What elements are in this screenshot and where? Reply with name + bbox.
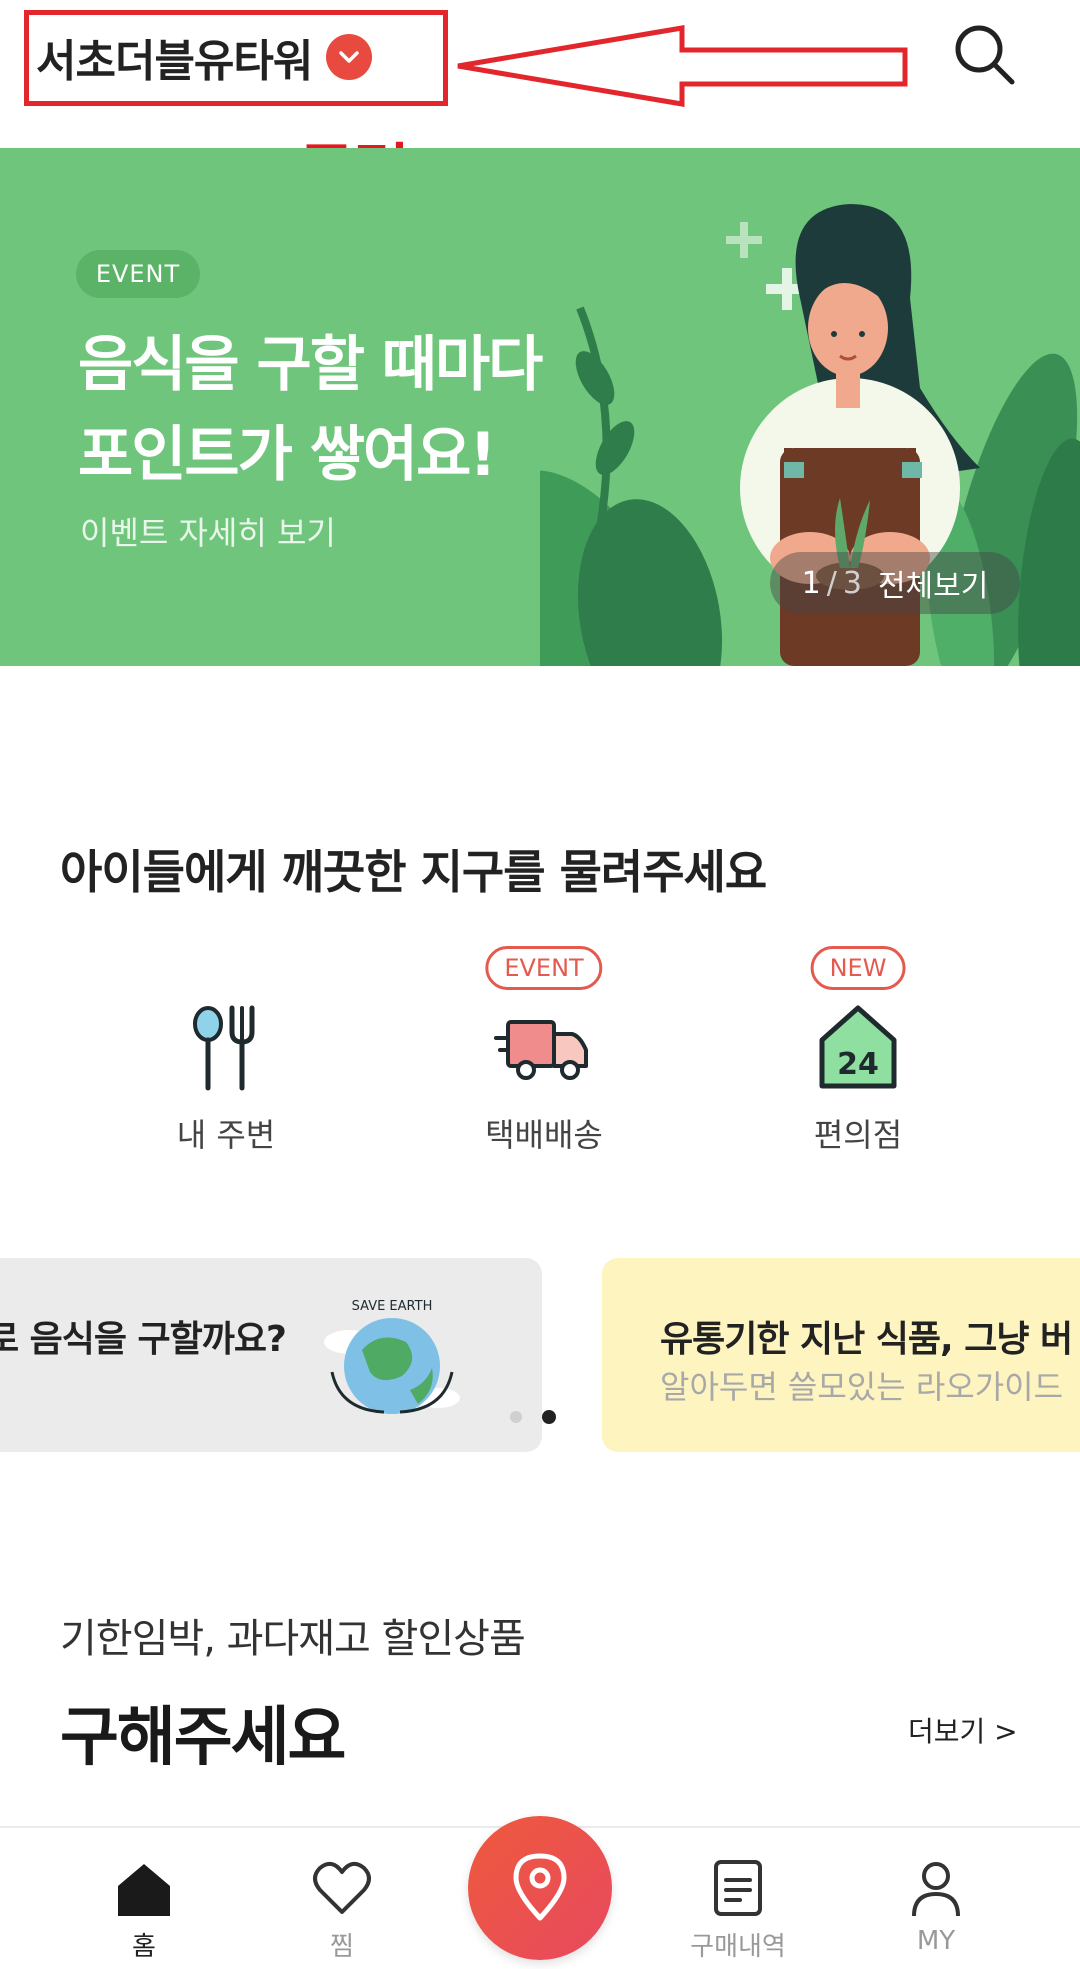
- user-icon: [912, 1862, 960, 1917]
- app-header: 서초더블유타워 클릭: [0, 0, 1080, 209]
- store-24-text: 24: [837, 1047, 879, 1082]
- card-subtitle: 알아두면 쓸모있는 라오가이드: [660, 1368, 1064, 1406]
- nav-purchase-history[interactable]: 구매내역: [668, 1856, 808, 1966]
- carousel-dot-active[interactable]: [542, 1410, 556, 1424]
- new-badge: NEW: [810, 946, 906, 990]
- annotation-arrow-icon: [457, 25, 908, 107]
- banner-title: 음식을 구할 때마다 포인트가 쌓여요!: [78, 320, 543, 500]
- truck-icon: [494, 1020, 588, 1080]
- search-button[interactable]: [948, 18, 1020, 90]
- event-badge: EVENT: [485, 946, 603, 990]
- location-selector[interactable]: 서초더블유타워: [36, 22, 373, 92]
- search-icon: [955, 25, 1015, 85]
- guide-card-expired-food[interactable]: 유통기한 지난 식품, 그냥 버 알아두면 쓸모있는 라오가이드: [602, 1258, 1080, 1452]
- discount-title: 구해주세요: [60, 1701, 346, 1775]
- chevron-down-icon: [326, 34, 373, 80]
- pager-current: 1: [801, 565, 821, 601]
- event-badge: EVENT: [76, 250, 200, 298]
- carousel-dots: [510, 1410, 556, 1424]
- banner-title-line1: 음식을 구할 때마다: [78, 330, 543, 400]
- heart-icon: [313, 1861, 371, 1914]
- discount-subtitle: 기한임박, 과다재고 할인상품: [60, 1616, 526, 1662]
- nav-favorites[interactable]: 찜: [272, 1856, 412, 1966]
- more-link[interactable]: 더보기 >: [908, 1710, 1018, 1750]
- save-earth-icon: SAVE EARTH: [324, 1299, 460, 1414]
- nav-home[interactable]: 홈: [74, 1856, 214, 1966]
- category-label: 택배배송: [485, 1116, 603, 1154]
- nav-label: 찜: [330, 1932, 354, 1962]
- banner-pager[interactable]: 1 / 3 전체보기: [770, 552, 1020, 614]
- pager-total: 3: [842, 565, 862, 601]
- fork-spoon-icon: [193, 1005, 255, 1091]
- location-name: 서초더블유타워: [36, 36, 313, 87]
- banner-subtitle: 이벤트 자세히 보기: [80, 514, 336, 552]
- receipt-icon: [714, 1860, 762, 1916]
- carousel-dot[interactable]: [510, 1411, 522, 1423]
- category-label: 편의점: [813, 1116, 903, 1154]
- pager-separator: /: [826, 565, 837, 601]
- location-pin-icon: [513, 1853, 567, 1921]
- save-earth-text: SAVE EARTH: [352, 1299, 433, 1314]
- banner-title-line2: 포인트가 쌓여요!: [78, 420, 497, 490]
- home-icon: [118, 1864, 170, 1916]
- category-nearby[interactable]: 내 주변: [116, 940, 336, 1160]
- section-title: 아이들에게 깨끗한 지구를 물려주세요: [60, 845, 767, 899]
- map-fab-button[interactable]: [468, 1816, 612, 1960]
- event-banner[interactable]: EVENT 음식을 구할 때마다 포인트가 쌓여요! 이벤트 자세히 보기 1 …: [0, 148, 1080, 666]
- nav-my[interactable]: MY: [866, 1856, 1006, 1966]
- card-title: 유통기한 지난 식품, 그냥 버: [660, 1319, 1073, 1360]
- nav-label: 홈: [132, 1932, 156, 1962]
- nav-label: 구매내역: [690, 1932, 786, 1962]
- nav-label: MY: [916, 1926, 956, 1956]
- pager-view-all: 전체보기: [877, 569, 989, 604]
- convenience-store-24-icon: 24: [819, 1005, 897, 1089]
- category-convenience-store[interactable]: NEW 24 편의점: [748, 940, 968, 1160]
- category-label: 내 주변: [176, 1116, 276, 1154]
- card-text: 로 음식을 구할까요?: [0, 1319, 287, 1360]
- guide-card-earth[interactable]: 로 음식을 구할까요? SAVE EARTH: [0, 1258, 542, 1452]
- category-delivery[interactable]: EVENT 택배배송: [434, 940, 654, 1160]
